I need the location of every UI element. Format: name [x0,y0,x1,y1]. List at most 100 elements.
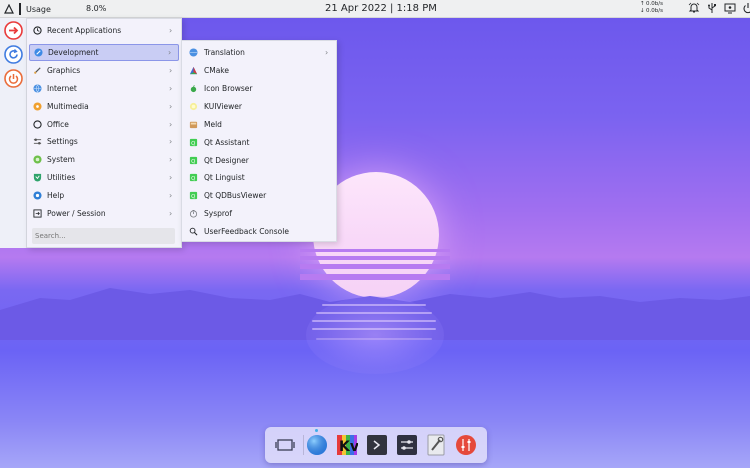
qt-linguist-icon: Q [188,173,198,183]
meld-icon [188,120,198,130]
system-icon [32,155,42,165]
chevron-right-icon: › [169,208,173,218]
app-qt-designer[interactable]: Q Qt Designer [185,152,335,169]
category-graphics[interactable]: Graphics › [29,62,179,79]
kde-launcher-icon[interactable] [2,0,16,18]
show-desktop-icon[interactable] [274,434,296,456]
app-sysprof[interactable]: Sysprof [185,205,335,222]
chevron-right-icon: › [169,154,173,164]
qt-designer-icon: Q [188,156,198,166]
category-help[interactable]: Help › [29,187,179,204]
app-label: UserFeedback Console [204,227,289,236]
app-label: Qt QDBusViewer [204,191,267,200]
category-office[interactable]: Office › [29,116,179,133]
chevron-right-icon: › [169,119,173,129]
category-multimedia[interactable]: Multimedia › [29,98,179,115]
category-label: Power / Session [47,209,106,218]
dock: Kv [265,427,487,463]
browser-icon[interactable] [306,434,328,456]
svg-text:Q: Q [191,194,195,200]
settings-manager-icon[interactable] [396,434,418,456]
chevron-right-icon: › [169,25,173,35]
terminal-icon[interactable] [366,434,388,456]
app-label: CMake [204,66,229,75]
category-development[interactable]: Development › [29,44,179,61]
svg-text:Kv: Kv [339,439,358,455]
userfeedback-console-icon [188,227,198,237]
clock-icon [32,26,42,36]
app-label: Qt Designer [204,156,249,165]
network-speed[interactable]: ↑ 0.0b/s ↓ 0.0b/s [640,1,663,15]
active-indicator [315,429,318,432]
office-icon [32,120,42,130]
chevron-right-icon: › [325,47,329,57]
usage-value: 8.0% [86,4,107,13]
chevron-right-icon: › [169,172,173,182]
app-label: Meld [204,120,222,129]
kvantum-icon[interactable]: Kv [336,434,358,456]
category-settings[interactable]: Settings › [29,133,179,150]
help-icon [32,191,42,201]
category-label: Development [48,48,99,57]
category-label: Recent Applications [47,26,122,35]
app-meld[interactable]: Meld [185,116,335,133]
notifications-icon[interactable] [688,2,700,14]
usb-icon[interactable] [706,2,718,14]
development-submenu: Translation › CMake Icon Browser KUIView… [181,40,337,242]
wallpaper-reflection [306,296,444,374]
app-qt-assistant[interactable]: Q Qt Assistant [185,134,335,151]
app-label: Translation [204,48,245,57]
net-up-value: 0.0b/s [646,1,663,7]
cpu-usage-widget[interactable]: Usage [19,3,51,15]
digital-clock[interactable]: 21 Apr 2022 | 1:18 PM [325,3,437,14]
reflection-line [316,312,432,314]
category-label: Multimedia [47,102,89,111]
chevron-right-icon: › [169,101,173,111]
app-kuiviewer[interactable]: KUIViewer [185,98,335,115]
app-icon-browser[interactable]: Icon Browser [185,80,335,97]
category-label: Settings [47,137,78,146]
app-translation[interactable]: Translation › [185,44,335,61]
shutdown-icon[interactable] [3,69,23,88]
sun-stripe [300,256,450,260]
category-internet[interactable]: Internet › [29,80,179,97]
category-recent-applications[interactable]: Recent Applications › [29,22,179,39]
power-icon[interactable] [742,2,750,14]
menu-category-panel: Recent Applications › Development › Grap… [27,18,182,248]
app-label: Qt Linguist [204,173,245,182]
dock-separator [303,435,304,455]
chevron-right-icon: › [169,136,173,146]
category-system[interactable]: System › [29,151,179,168]
internet-icon [32,84,42,94]
app-qt-linguist[interactable]: Q Qt Linguist [185,169,335,186]
logout-icon[interactable] [3,21,23,40]
category-power-session[interactable]: Power / Session › [29,205,179,222]
kuiviewer-icon [188,102,198,112]
app-userfeedback-console[interactable]: UserFeedback Console [185,223,335,240]
category-label: Utilities [47,173,76,182]
app-cmake[interactable]: CMake [185,62,335,79]
settings-icon [32,137,42,147]
app-label: Icon Browser [204,84,253,93]
system-tray [688,2,750,14]
category-label: Graphics [47,66,81,75]
reflection-line [312,328,436,330]
mixer-icon[interactable] [455,434,477,456]
chevron-right-icon: › [169,65,173,75]
svg-text:Q: Q [191,176,195,182]
usage-label: Usage [26,4,51,14]
system-tools-icon[interactable] [426,434,448,456]
multimedia-icon [32,102,42,112]
app-qt-qdbusviewer[interactable]: Q Qt QDBusViewer [185,187,335,204]
sun-stripe [300,264,450,269]
search-input[interactable] [32,228,175,244]
usage-bar [19,3,21,15]
category-utilities[interactable]: Utilities › [29,169,179,186]
screen-icon[interactable] [724,2,736,14]
restart-icon[interactable] [3,45,23,64]
icon-browser-icon [188,84,198,94]
chevron-right-icon: › [169,190,173,200]
category-label: Office [47,120,69,129]
cmake-icon [188,66,198,76]
sun-stripe [300,249,450,252]
